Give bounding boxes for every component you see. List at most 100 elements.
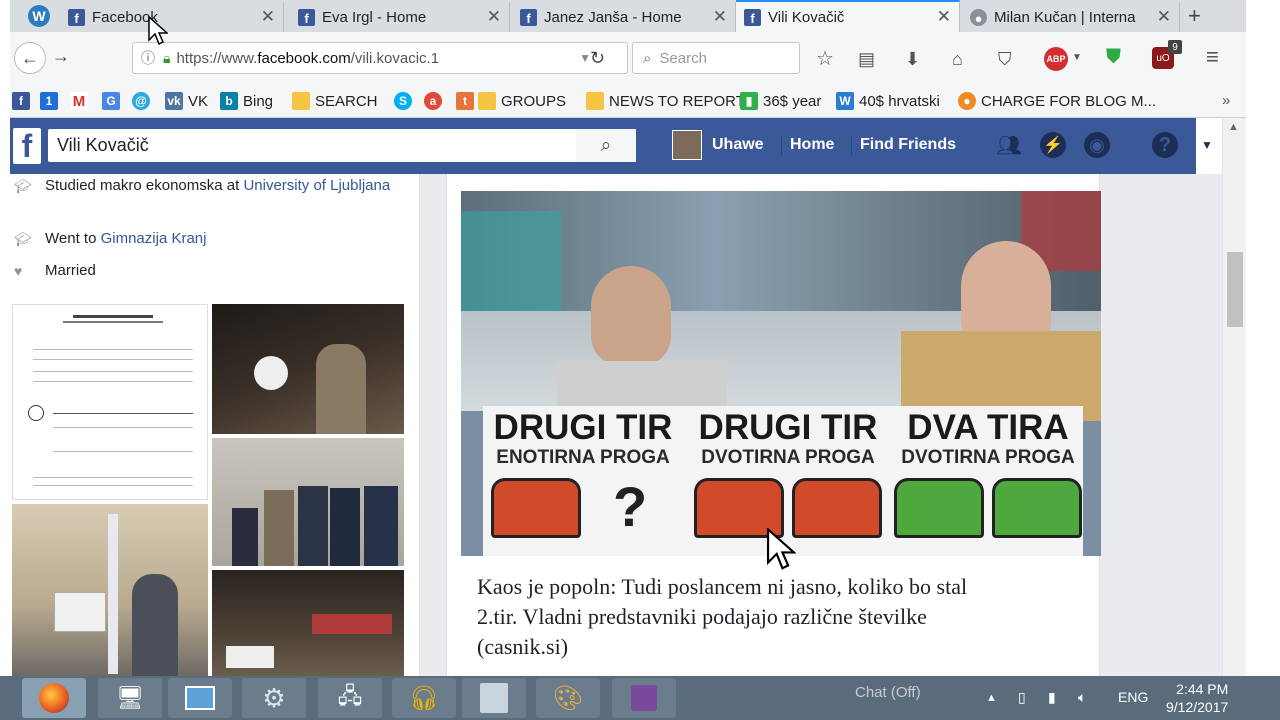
user-profile-link[interactable]: Uhawe [712,136,764,154]
photo-group-of-people[interactable] [212,438,404,566]
language-indicator[interactable]: ENG [1118,689,1148,705]
bookmark-news-folder[interactable]: NEWS TO REPORT [586,92,745,110]
search-input[interactable]: ⌕ Search [632,42,800,74]
tab-eva-irgl[interactable]: f Eva Irgl - Home ✕ [290,2,510,32]
wordpress-icon[interactable]: W [28,5,50,27]
bookmark-charge-for-blog[interactable]: ● CHARGE FOR BLOG M... [958,92,1156,110]
taskbar-screen-app[interactable]: 🖥︎ [98,678,162,718]
info-icon[interactable]: ⓘ [141,48,155,68]
facebook-favicon-icon: f [520,8,537,26]
tab-facebook[interactable]: f Facebook ✕ [60,2,284,32]
tab-milan-kucan[interactable]: ● Milan Kučan | Interna ✕ [962,2,1180,32]
bookmark-40-hrvatski[interactable]: W 40$ hrvatski [836,92,940,110]
taskbar-app-four[interactable] [612,678,676,718]
close-tab-icon[interactable]: ✕ [713,7,727,27]
home-link[interactable]: Home [790,136,834,154]
reading-list-icon[interactable]: ▤ [858,49,875,70]
post-link-title[interactable]: Kaos je popoln: Tudi poslancem ni jasno,… [477,572,1077,662]
facebook-logo-icon[interactable]: f [13,128,41,164]
user-avatar[interactable] [672,130,702,160]
firefox-icon [39,683,69,713]
system-clock[interactable]: 2:44 PM 9/12/2017 [1166,680,1228,716]
bookmark-tumblr[interactable]: t [456,92,479,110]
close-tab-icon[interactable]: ✕ [487,7,501,27]
bookmark-facebook[interactable]: f [12,92,35,110]
lock-icon[interactable]: 🔒︎ [163,50,170,67]
action-center-icon[interactable]: ▯ [1018,689,1026,706]
bookmark-tool[interactable]: a [424,92,447,110]
navigation-toolbar: ← → ⓘ 🔒︎ https://www.facebook.com/vili.k… [10,32,1246,84]
forward-button[interactable]: → [52,46,70,67]
bookmark-one[interactable]: 1 [40,92,63,110]
pocket-icon[interactable]: ⛉ [998,49,1012,70]
bookmark-skype[interactable]: S [394,92,417,110]
taskbar-audio[interactable]: 🎧︎ [392,678,456,718]
school-link[interactable]: Gimnazija Kranj [101,230,207,247]
back-button[interactable]: ← [14,42,46,74]
adblock-plus-icon[interactable]: ABP [1044,47,1068,71]
volume-icon[interactable]: 🔈︎ [1078,689,1086,706]
facebook-search-button[interactable]: ⌕ [576,129,636,162]
taskbar-network[interactable]: 🖧 [318,678,382,718]
adblock-dropdown-icon[interactable]: ▼ [1072,52,1082,63]
bookmark-36-year[interactable]: ▮ 36$ year [740,92,821,110]
tab-janez-jansa[interactable]: f Janez Janša - Home ✕ [512,2,736,32]
new-tab-button[interactable]: + [1188,3,1201,29]
help-icon[interactable]: ? [1152,132,1178,158]
facebook-header: f Vili Kovačič ⌕ Uhawe Home Find Friends… [10,118,1213,174]
taskbar-firefox[interactable] [22,678,86,718]
url-domain: facebook.com [257,49,351,67]
chat-status[interactable]: Chat (Off) [855,684,921,701]
bookmark-groups-folder[interactable]: GROUPS [478,92,566,110]
notifications-globe-icon[interactable]: ◉ [1084,132,1110,158]
signal-icon[interactable]: ▮ [1048,689,1056,706]
bookmark-search-folder[interactable]: SEARCH [292,92,378,110]
person-shape [232,508,258,566]
flag-shape [108,514,118,674]
university-link[interactable]: University of Ljubljana [243,177,390,194]
scrollbar-thumb[interactable] [1227,252,1243,327]
url-prefix: https://www. [176,49,258,67]
photo-megaphone-protest[interactable] [212,304,404,434]
caption-line: 2.tir. Vladni predstavniki podajajo razl… [477,604,927,629]
bookmark-translate[interactable]: G [102,92,125,110]
page-scrollbar[interactable]: ▲ [1222,118,1246,676]
nav-divider [781,136,782,156]
bookmark-gmail[interactable]: M [70,92,93,110]
close-tab-icon[interactable]: ✕ [937,7,951,27]
bookmark-email[interactable]: @ [132,92,155,110]
post-image[interactable]: DRUGI TIR ENOTIRNA PROGA ? DRUGI TIR DVO… [461,191,1101,556]
scroll-up-icon[interactable]: ▲ [1228,121,1239,133]
bookmark-star-icon[interactable]: ☆ [816,46,834,71]
photo-night-rally[interactable] [212,570,404,676]
person-shape [330,488,360,566]
sign-title: DVA TIRA [907,408,1069,447]
bookmark-vk[interactable]: vk VK [165,92,208,110]
doc-line [33,359,193,360]
address-bar[interactable]: ⓘ 🔒︎ https://www.facebook.com/vili.kovac… [132,42,628,74]
taskbar-control-panel[interactable] [168,678,232,718]
facebook-search-input[interactable]: Vili Kovačič [48,129,636,162]
close-tab-icon[interactable]: ✕ [1157,7,1171,27]
photo-protest-sign[interactable] [12,504,208,676]
download-icon[interactable]: ⬇ [905,49,920,70]
menu-icon[interactable]: ≡ [1206,44,1219,70]
reload-icon[interactable]: ↻ [590,48,605,69]
taskbar-paint[interactable]: 🎨︎ [536,678,600,718]
taskbar-notes[interactable] [462,678,526,718]
home-icon[interactable]: ⌂ [952,49,963,70]
bookmark-label: NEWS TO REPORT [609,92,745,110]
taskbar-settings[interactable]: ⚙ [242,678,306,718]
find-friends-link[interactable]: Find Friends [860,136,956,154]
person-shape [298,486,328,566]
close-tab-icon[interactable]: ✕ [261,7,275,27]
friend-requests-icon[interactable]: 👥︎ [996,132,1022,158]
show-hidden-icons[interactable]: ▲ [986,692,997,704]
account-menu-icon[interactable]: ▼ [1194,132,1220,158]
photo-petition-document[interactable] [12,304,208,500]
bookmark-bing[interactable]: b Bing [220,92,273,110]
messenger-icon[interactable]: ⚡ [1040,132,1066,158]
shield-icon[interactable]: ⛊ [1106,46,1121,69]
bookmarks-overflow-icon[interactable]: » [1222,92,1230,109]
tab-vili-kovacic[interactable]: f Vili Kovačič ✕ [736,0,960,32]
